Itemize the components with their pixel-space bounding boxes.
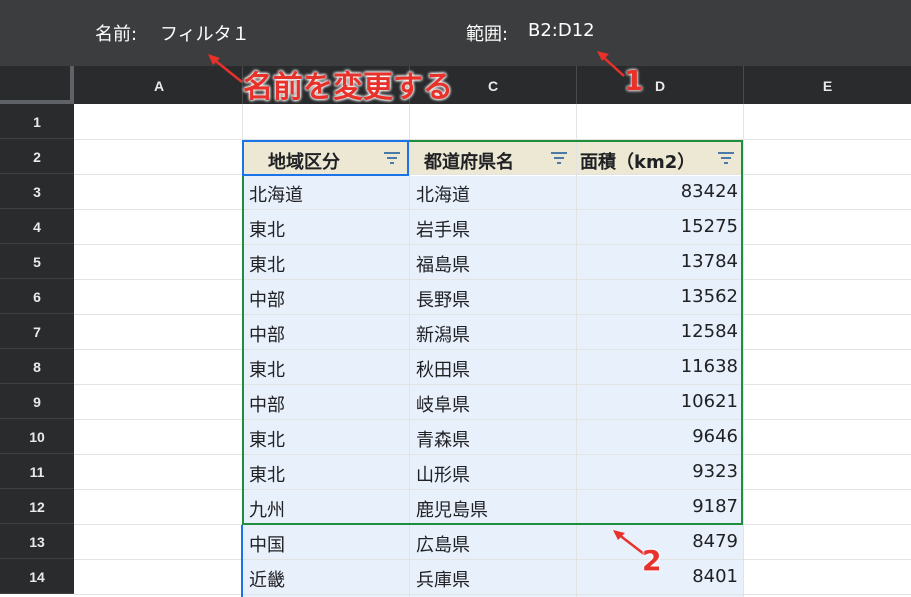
cell-region[interactable]: 中国: [249, 531, 285, 557]
selection-edge: [241, 525, 243, 597]
row-header[interactable]: 10: [0, 419, 74, 454]
row-header[interactable]: 7: [0, 314, 74, 349]
column-header-bar: A C D E: [0, 66, 911, 104]
row-header[interactable]: 3: [0, 174, 74, 209]
row-header[interactable]: 6: [0, 279, 74, 314]
rename-callout: 名前を変更する: [243, 70, 453, 105]
filter-name-label: 名前:: [95, 24, 138, 45]
cell-prefecture[interactable]: 兵庫県: [416, 566, 470, 592]
marker-2: 2: [642, 544, 662, 577]
row-header[interactable]: 2: [0, 139, 74, 174]
row-header[interactable]: 9: [0, 384, 74, 419]
row-header[interactable]: 11: [0, 454, 74, 489]
filter-range-border: [242, 140, 743, 525]
filter-name-field[interactable]: フィルタ１: [160, 20, 250, 46]
cell-region[interactable]: 近畿: [249, 566, 285, 592]
cell-prefecture[interactable]: 広島県: [416, 531, 470, 557]
active-cell-border: [242, 140, 409, 176]
filter-bar: 名前: フィルタ１ 範囲: B2:D12: [0, 0, 911, 66]
row-header[interactable]: 1: [0, 104, 74, 139]
filter-range-label: 範囲:: [466, 24, 509, 45]
select-all-corner[interactable]: [0, 66, 74, 104]
row-header[interactable]: 4: [0, 209, 74, 244]
row-header[interactable]: 5: [0, 244, 74, 279]
grid-line: [743, 104, 744, 597]
row-header[interactable]: 12: [0, 489, 74, 524]
grid-line: [74, 559, 911, 560]
marker-1: 1: [624, 64, 644, 97]
filter-range-field[interactable]: B2:D12: [528, 20, 595, 41]
row-header[interactable]: 13: [0, 524, 74, 559]
row-header[interactable]: 14: [0, 559, 74, 594]
row-header[interactable]: 8: [0, 349, 74, 384]
grid-line: [74, 594, 911, 595]
column-header-e[interactable]: E: [744, 66, 911, 104]
